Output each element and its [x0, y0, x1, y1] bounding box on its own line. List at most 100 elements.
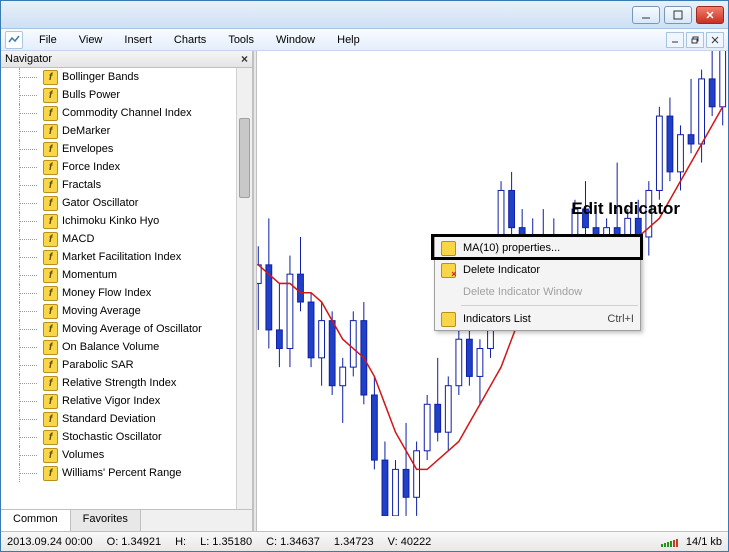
- tree-lines-icon: [9, 464, 43, 482]
- indicator-icon: f: [43, 466, 58, 481]
- tree-label: MACD: [62, 233, 94, 245]
- menu-file[interactable]: File: [29, 31, 67, 49]
- tree-lines-icon: [9, 320, 43, 338]
- indicator-icon: f: [43, 70, 58, 85]
- tree-item[interactable]: fParabolic SAR: [1, 356, 236, 374]
- indicator-icon: f: [43, 286, 58, 301]
- tree-item[interactable]: fRelative Strength Index: [1, 374, 236, 392]
- minimize-button[interactable]: [632, 6, 660, 24]
- tree-item[interactable]: fMarket Facilitation Index: [1, 248, 236, 266]
- tab-common[interactable]: Common: [1, 510, 71, 531]
- tree-label: Bollinger Bands: [62, 71, 139, 83]
- tree-lines-icon: [9, 212, 43, 230]
- indicator-icon: f: [43, 178, 58, 193]
- statusbar: 2013.09.24 00:00 O: 1.34921 H: L: 1.3518…: [1, 531, 728, 551]
- context-separator: [461, 305, 638, 306]
- close-button[interactable]: [696, 6, 724, 24]
- context-item-label: Indicators List: [463, 313, 531, 325]
- status-datetime: 2013.09.24 00:00: [7, 536, 93, 548]
- menu-insert[interactable]: Insert: [114, 31, 162, 49]
- tree-lines-icon: [9, 284, 43, 302]
- mdi-minimize-button[interactable]: [666, 32, 684, 48]
- status-close: C: 1.34637: [266, 536, 320, 548]
- indicator-icon: f: [43, 124, 58, 139]
- splitter[interactable]: [253, 51, 257, 531]
- tree-lines-icon: [9, 374, 43, 392]
- tree-item[interactable]: f Money Flow Index: [1, 284, 236, 302]
- tree-item[interactable]: fDeMarker: [1, 122, 236, 140]
- context-item-label: Delete Indicator Window: [463, 286, 582, 298]
- blank-icon: [439, 283, 457, 301]
- tree-label: Market Facilitation Index: [62, 251, 181, 263]
- tree-item[interactable]: fMoving Average of Oscillator: [1, 320, 236, 338]
- outer-titlebar: [1, 1, 728, 29]
- mdi-close-button[interactable]: [706, 32, 724, 48]
- status-kb: 14/1 kb: [686, 536, 722, 548]
- indicator-icon: f: [43, 196, 58, 211]
- tree-label: Ichimoku Kinko Hyo: [62, 215, 159, 227]
- tree-label: Money Flow Index: [62, 287, 151, 299]
- indicator-icon: f: [43, 88, 58, 103]
- navigator-titlebar: Navigator ×: [1, 51, 252, 68]
- tree-item[interactable]: fMomentum: [1, 266, 236, 284]
- context-ma-properties[interactable]: MA(10) properties...: [435, 237, 640, 259]
- tree-lines-icon: [9, 104, 43, 122]
- tree-label: Williams' Percent Range: [62, 467, 181, 479]
- tree-item[interactable]: fStandard Deviation: [1, 410, 236, 428]
- tree-item[interactable]: fRelative Vigor Index: [1, 392, 236, 410]
- tree-label: Commodity Channel Index: [62, 107, 192, 119]
- context-indicators-list[interactable]: Indicators List Ctrl+I: [435, 308, 640, 330]
- menu-view[interactable]: View: [69, 31, 113, 49]
- indicator-icon: f: [43, 448, 58, 463]
- tree-item[interactable]: f Volumes: [1, 446, 236, 464]
- tree-item[interactable]: fGator Oscillator: [1, 194, 236, 212]
- tree-lines-icon: [9, 266, 43, 284]
- menu-window[interactable]: Window: [266, 31, 325, 49]
- menu-charts[interactable]: Charts: [164, 31, 216, 49]
- tree-item[interactable]: fStochastic Oscillator: [1, 428, 236, 446]
- tree-lines-icon: [9, 68, 43, 86]
- properties-icon: [439, 239, 457, 257]
- tree-item[interactable]: f Williams' Percent Range: [1, 464, 236, 482]
- menu-tools[interactable]: Tools: [218, 31, 264, 49]
- indicator-icon: f: [43, 412, 58, 427]
- tree-lines-icon: [9, 446, 43, 464]
- tree-item[interactable]: fMoving Average: [1, 302, 236, 320]
- tree-lines-icon: [9, 356, 43, 374]
- navigator-tree[interactable]: fBollinger BandsfBulls PowerfCommodity C…: [1, 68, 252, 509]
- tree-item[interactable]: fCommodity Channel Index: [1, 104, 236, 122]
- tree-label: Fractals: [62, 179, 101, 191]
- tree-label: Envelopes: [62, 143, 113, 155]
- context-item-label: MA(10) properties...: [463, 242, 560, 254]
- tree-item[interactable]: fIchimoku Kinko Hyo: [1, 212, 236, 230]
- tree-label: Stochastic Oscillator: [62, 431, 162, 443]
- tree-lines-icon: [9, 86, 43, 104]
- navigator-tabs: Common Favorites: [1, 509, 252, 531]
- tree-lines-icon: [9, 392, 43, 410]
- tree-label: Volumes: [62, 449, 104, 461]
- tree-lines-icon: [9, 338, 43, 356]
- menu-help[interactable]: Help: [327, 31, 370, 49]
- mdi-restore-button[interactable]: [686, 32, 704, 48]
- maximize-button[interactable]: [664, 6, 692, 24]
- tab-favorites[interactable]: Favorites: [71, 510, 141, 531]
- tree-lines-icon: [9, 410, 43, 428]
- status-change: 1.34723: [334, 536, 374, 548]
- tree-label: Moving Average of Oscillator: [62, 323, 202, 335]
- tree-item[interactable]: fBulls Power: [1, 86, 236, 104]
- tree-item[interactable]: fMACD: [1, 230, 236, 248]
- scrollbar-thumb[interactable]: [239, 118, 250, 198]
- status-low: L: 1.35180: [200, 536, 252, 548]
- navigator-scrollbar[interactable]: [236, 68, 252, 509]
- app-icon: [5, 31, 23, 49]
- navigator-panel: Navigator × f Bollinger Bands fBulls Power…: [1, 51, 253, 531]
- tree-lines-icon: [9, 122, 43, 140]
- tree-item[interactable]: f Bollinger Bands: [1, 68, 236, 86]
- tree-label: Momentum: [62, 269, 117, 281]
- tree-item[interactable]: fOn Balance Volume: [1, 338, 236, 356]
- navigator-close-icon[interactable]: ×: [241, 52, 248, 66]
- tree-item[interactable]: fEnvelopes: [1, 140, 236, 158]
- tree-item[interactable]: f Fractals: [1, 176, 236, 194]
- context-delete-indicator[interactable]: × Delete Indicator: [435, 259, 640, 281]
- tree-item[interactable]: fForce Index: [1, 158, 236, 176]
